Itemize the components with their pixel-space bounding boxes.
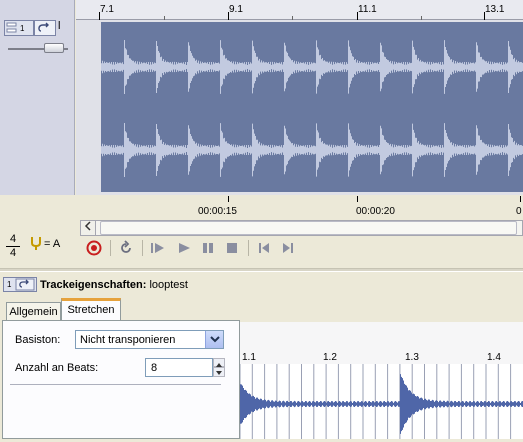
play-icon xyxy=(179,243,190,253)
beats-label: Anzahl an Beats: xyxy=(15,362,99,374)
tab-stretch[interactable]: Stretchen xyxy=(61,298,121,321)
track-name: l xyxy=(58,20,61,32)
stretch-ruler-label: 1.1 xyxy=(242,352,256,363)
play-button[interactable] xyxy=(174,238,194,258)
pause-button[interactable] xyxy=(198,238,218,258)
time-signature[interactable]: 4 4 xyxy=(6,234,20,259)
chevron-down-icon xyxy=(210,336,220,343)
time-signature-numerator: 4 xyxy=(9,233,17,245)
previous-marker-icon xyxy=(259,243,269,253)
track-properties-number: 1 xyxy=(7,280,12,289)
stop-button[interactable] xyxy=(222,238,242,258)
base-key-label: = A xyxy=(44,238,61,250)
loop-icon xyxy=(121,240,131,253)
timeline-ruler[interactable]: 7.1 9.1 11.1 13.1 xyxy=(76,0,523,20)
stretch-ruler-label: 1.2 xyxy=(323,352,337,363)
stretch-ruler-label: 1.3 xyxy=(405,352,419,363)
stop-icon xyxy=(227,243,237,253)
track-number-box[interactable]: 1 xyxy=(4,20,34,36)
volume-slider-thumb[interactable] xyxy=(44,43,64,53)
spin-down-icon xyxy=(216,371,222,375)
scrollbar-thumb[interactable] xyxy=(100,221,517,235)
properties-separator xyxy=(10,384,221,385)
pause-icon xyxy=(203,243,213,253)
beats-value: 8 xyxy=(151,362,158,374)
track-properties-label: Trackeigenschaften: xyxy=(40,279,147,291)
panel-splitter[interactable] xyxy=(0,268,523,272)
stretch-ruler[interactable]: 1.1 1.2 1.3 1.4 xyxy=(240,322,523,364)
waveform-channel xyxy=(101,40,523,94)
chevron-left-icon xyxy=(84,221,91,231)
time-ruler: 00:00:15 00:00:20 0 xyxy=(76,196,523,217)
ruler-label: 13.1 xyxy=(485,4,505,15)
tuning-fork-icon[interactable] xyxy=(30,236,42,250)
tab-general[interactable]: Allgemein xyxy=(6,302,61,320)
track-properties-icon: 1 xyxy=(3,277,37,292)
ruler-label: 9.1 xyxy=(229,4,243,15)
record-icon xyxy=(86,240,102,256)
waveform-graphic xyxy=(101,40,523,177)
stretch-waveform[interactable] xyxy=(239,364,523,439)
time-label: 00:00:20 xyxy=(356,206,395,217)
play-from-start-icon xyxy=(151,243,164,253)
transport-bar xyxy=(80,238,310,260)
audio-clip-waveform[interactable] xyxy=(101,22,523,192)
record-button[interactable] xyxy=(84,238,104,258)
beats-increment-button[interactable] xyxy=(213,358,225,367)
beats-decrement-button[interactable] xyxy=(213,367,225,377)
basiston-dropdown-button[interactable] xyxy=(205,331,223,348)
basiston-selected-value: Nicht transponieren xyxy=(80,334,176,346)
ruler-label: 7.1 xyxy=(100,4,114,15)
track-loop-toggle[interactable] xyxy=(34,20,56,36)
time-label: 0 xyxy=(516,206,522,217)
track-properties-title: Trackeigenschaften: looptest xyxy=(40,279,188,291)
previous-marker-button[interactable] xyxy=(254,238,274,258)
basiston-label: Basiston: xyxy=(15,334,61,346)
stretch-waveform-graphic xyxy=(239,364,523,439)
play-from-start-button[interactable] xyxy=(148,238,168,258)
track-properties-name: looptest xyxy=(149,279,188,291)
stretch-waveform-path xyxy=(240,374,523,434)
track-number: 1 xyxy=(20,24,25,33)
track-mixer-icon: 1 xyxy=(6,22,25,33)
scroll-left-button[interactable] xyxy=(80,220,96,236)
next-marker-icon xyxy=(283,243,293,253)
ruler-label: 11.1 xyxy=(358,4,377,15)
stretch-ruler-label: 1.4 xyxy=(487,352,501,363)
loop-track-icon xyxy=(38,22,49,32)
loop-button[interactable] xyxy=(116,238,136,258)
waveform-channel xyxy=(101,123,523,177)
time-signature-denominator: 4 xyxy=(9,247,17,259)
time-label: 00:00:15 xyxy=(198,206,237,217)
next-marker-button[interactable] xyxy=(278,238,298,258)
